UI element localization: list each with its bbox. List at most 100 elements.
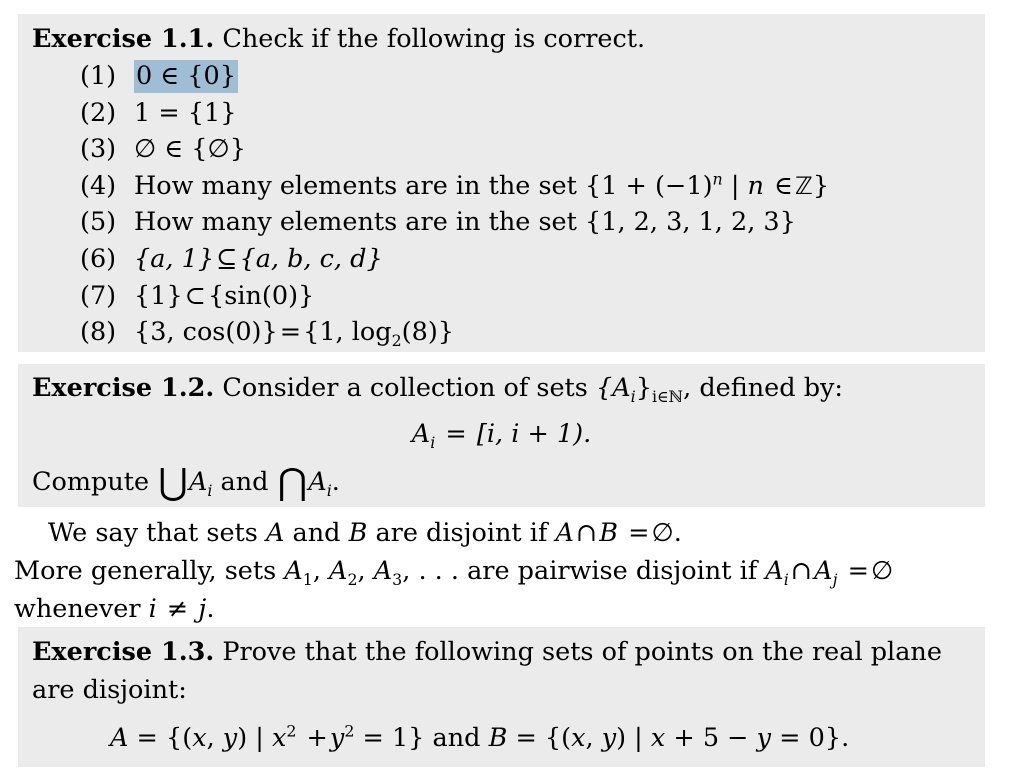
disjoint-text-a: We say that sets [48, 518, 258, 548]
period: . [331, 467, 340, 497]
item-number: (4) [80, 170, 117, 201]
intersection-small-icon: ∩ [790, 556, 813, 586]
exercise-1-3-prompt-line-1: Prove that the following sets of points … [222, 637, 942, 667]
intersection-operand: A [308, 467, 327, 497]
item8-left: {3, cos(0)} [134, 317, 278, 348]
disjoint-text-pairwise: are pairwise disjoint if [467, 556, 758, 586]
display-lhs: A [411, 419, 431, 449]
equals-icon: = [847, 556, 869, 586]
variable-i: i [148, 594, 157, 624]
equals-icon: = [279, 317, 302, 348]
not-equal-icon: ≠ [166, 594, 189, 624]
item-number: (2) [80, 97, 117, 128]
item-body: How many elements are in the set {1, 2, … [134, 204, 796, 241]
item7-left: {1} [134, 280, 183, 311]
variable-Ai-subscript: i [783, 570, 789, 590]
comma: , [206, 723, 223, 753]
exponent-two: 2 [286, 721, 297, 741]
item-number: (6) [80, 243, 117, 274]
exercise-1-3-label: Exercise 1.3. [32, 637, 215, 667]
term-x: x [650, 723, 666, 753]
proper-subset-icon: ⊂ [184, 280, 207, 311]
coord-y: y [222, 723, 238, 753]
list-item: (8) {3, cos(0)}={1, log2(8)} [32, 314, 971, 351]
document-page: Exercise 1.1. Check if the following is … [0, 0, 1024, 780]
item4-close: } [812, 170, 830, 201]
empty-set-icon: ∅ [651, 518, 674, 548]
set-A-label: A [110, 723, 129, 753]
variable-Aj: A [814, 556, 833, 586]
variable-Aj-subscript: j [832, 570, 838, 590]
item-number: (5) [80, 207, 117, 238]
item-body: 0 ∈ {0} [134, 58, 238, 95]
item-body: {a, 1}⊆{a, b, c, d} [134, 241, 383, 278]
empty-set-icon: ∅ [870, 556, 894, 586]
list-item: (2) 1 = {1} [32, 95, 971, 132]
disjoint-line-3: whenever i ≠ j. [14, 590, 1010, 628]
list-item: (6) {a, 1}⊆{a, b, c, d} [32, 241, 971, 278]
disjoint-text-whenever: whenever [14, 594, 141, 624]
variable-A2: A [329, 556, 348, 586]
list-item: (3) ∅ ∈ {∅} [32, 131, 971, 168]
variable-A2-subscript: 2 [347, 570, 358, 590]
item4-divider: | [730, 170, 748, 201]
term-y-squared: y [329, 723, 345, 753]
item7-right: {sin(0)} [208, 280, 315, 311]
coord-x: x [192, 723, 207, 753]
item-number: (3) [80, 134, 117, 165]
item5-lead: How many elements are in the set [134, 207, 577, 238]
disjoint-line-2: More generally, sets A1, A2, A3, . . . a… [14, 556, 894, 590]
coord-x: x [571, 723, 586, 753]
item5-set: {1, 2, 3, 1, 2, 3} [585, 207, 796, 238]
item4-exponent: n [712, 169, 723, 189]
set-builder-bar: ) | [616, 723, 651, 753]
intersection-icon: ⋂ [277, 460, 308, 504]
exercise-1-2-block: Exercise 1.2. Consider a collection of s… [18, 364, 985, 507]
exercise-1-2-prompt-before: Consider a collection of sets [222, 373, 588, 403]
union-operand-subscript: i [207, 481, 213, 501]
set-family-close: } [635, 373, 652, 403]
item4-set-open: {1 + (−1) [585, 170, 713, 201]
exercise-1-3-prompt-line-2-row: are disjoint: [32, 671, 971, 709]
display-rhs: [i, i + 1). [476, 419, 592, 449]
highlighted-selection[interactable]: 0 ∈ {0} [134, 60, 238, 93]
item-number: (1) [80, 61, 117, 91]
item-number: (7) [80, 280, 117, 311]
item6-right: {a, b, c, d} [239, 243, 383, 274]
compute-label: Compute [32, 467, 150, 497]
exercise-1-2-label: Exercise 1.2. [32, 373, 215, 403]
disjoint-definition-paragraph: We say that sets A and B are disjoint if… [0, 510, 1024, 625]
exponent-two: 2 [344, 721, 355, 741]
disjoint-line-1: We say that sets A and B are disjoint if… [14, 510, 1010, 552]
conjunction: and [220, 467, 269, 497]
set-A-open: = {( [136, 723, 193, 753]
variable-A1: A [284, 556, 303, 586]
set-A-close: = 1} [362, 723, 425, 753]
plus-five-minus: + 5 − [673, 723, 749, 753]
item-body: How many elements are in the set {1 + (−… [134, 168, 829, 205]
set-B-close: = 0}. [779, 723, 850, 753]
item-body: {3, cos(0)}={1, log2(8)} [134, 314, 454, 351]
conjunction: and [432, 723, 481, 753]
term-y: y [756, 723, 772, 753]
ellipsis: , . . . [402, 556, 459, 586]
list-item: (7) {1}⊂{sin(0)} [32, 278, 971, 315]
exercise-1-3-display-equation: A = {(x, y) | x2 +y2 = 1} and B = {(x, y… [32, 709, 971, 753]
list-item: (5) How many elements are in the set {1,… [32, 204, 971, 241]
item4-variable: n [747, 170, 764, 201]
union-icon: ⋃ [158, 460, 188, 504]
variable-A: A [265, 518, 285, 548]
variable-Ai: A [765, 556, 784, 586]
disjoint-text-general: More generally, sets [14, 556, 277, 586]
exercise-1-3-heading-line: Exercise 1.3. Prove that the following s… [32, 627, 971, 671]
intersection-small-icon: ∩ [575, 518, 598, 548]
exercise-1-3-block: Exercise 1.3. Prove that the following s… [18, 627, 985, 767]
exercise-1-2-compute-line: Compute ⋃Ai and ⋂Ai. [32, 449, 971, 501]
disjoint-text-c: are disjoint if [375, 518, 548, 548]
item-body: 1 = {1} [134, 97, 237, 128]
set-family-open: {A [596, 373, 631, 403]
set-family-index: i∈ℕ [651, 387, 684, 407]
item-body: ∅ ∈ {∅} [134, 134, 246, 165]
item8-log-base: 2 [391, 331, 402, 351]
variable-A3: A [373, 556, 393, 586]
